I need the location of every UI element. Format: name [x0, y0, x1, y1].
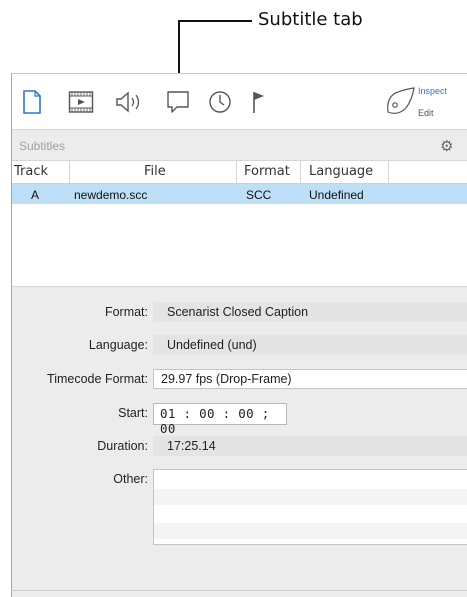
inspect-toggle-icon: [387, 87, 415, 114]
duration-label: Duration:: [97, 439, 148, 453]
other-row-stripe: [154, 523, 467, 539]
inspect-edit-toggle[interactable]: Inspect Edit: [384, 82, 467, 122]
language-value: Undefined (und): [153, 335, 467, 355]
inspect-label[interactable]: Inspect: [418, 86, 447, 96]
subtitle-icon[interactable]: [166, 90, 190, 119]
table-header: Track File Format Language: [12, 161, 467, 184]
callout-label: Subtitle tab: [258, 9, 363, 30]
flag-icon[interactable]: [252, 90, 268, 119]
clock-icon[interactable]: [208, 90, 232, 119]
table-row[interactable]: A newdemo.scc SCC Undefined: [12, 184, 467, 204]
start-label: Start:: [118, 406, 148, 420]
column-header-file[interactable]: File: [144, 164, 166, 179]
column-separator[interactable]: [69, 161, 70, 183]
other-label: Other:: [113, 472, 148, 486]
section-title: Subtitles: [19, 139, 66, 153]
column-separator[interactable]: [236, 161, 237, 183]
column-header-language[interactable]: Language: [309, 164, 373, 179]
format-label: Format:: [104, 305, 148, 319]
edit-label[interactable]: Edit: [418, 108, 434, 118]
column-separator[interactable]: [388, 161, 389, 183]
other-field[interactable]: [153, 469, 467, 545]
timecode-format-field[interactable]: 29.97 fps (Drop-Frame): [153, 369, 467, 389]
cell-file: newdemo.scc: [74, 188, 148, 202]
duration-value: 17:25.14: [153, 436, 467, 456]
inspector-toolbar: Inspect Edit: [12, 74, 467, 130]
subtitle-details: Format: Scenarist Closed Caption Languag…: [12, 286, 467, 597]
column-header-format[interactable]: Format: [244, 164, 290, 179]
bottom-divider: [11, 590, 467, 591]
inspector-window: Inspect Edit Subtitles ⚙ Track File Form…: [11, 73, 467, 597]
language-label: Language:: [88, 338, 148, 352]
speaker-icon[interactable]: [115, 90, 145, 119]
subtitles-section-header: Subtitles ⚙: [12, 130, 467, 161]
cell-track: A: [31, 188, 40, 202]
subtitles-table: A newdemo.scc SCC Undefined: [12, 184, 467, 286]
column-separator[interactable]: [300, 161, 301, 183]
cell-format: SCC: [246, 188, 272, 202]
callout-line: [178, 20, 252, 22]
gear-icon[interactable]: ⚙: [440, 137, 453, 155]
column-header-track[interactable]: Track: [14, 164, 48, 179]
document-icon[interactable]: [22, 90, 42, 119]
timecode-format-label: Timecode Format:: [47, 372, 148, 386]
start-timecode-input[interactable]: 01 : 00 : 00 ; 00: [153, 403, 287, 436]
other-row-stripe: [154, 489, 467, 505]
cell-language: Undefined: [309, 188, 364, 202]
format-value: Scenarist Closed Caption: [153, 302, 467, 322]
movie-icon[interactable]: [68, 90, 94, 119]
